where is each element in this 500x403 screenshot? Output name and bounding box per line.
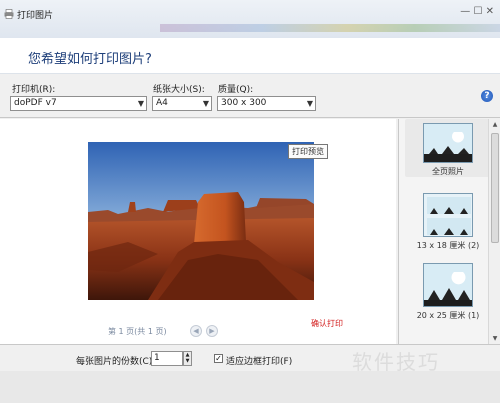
chevron-down-icon: ▼ — [137, 99, 144, 108]
desert-landscape-image — [88, 142, 314, 300]
paper-size-select-value: A4 — [156, 98, 168, 108]
title-bar-decoration — [160, 24, 500, 32]
print-options-bar: 打印机(R): doPDF v7 ▼ 纸张大小(S): A4 ▼ 质量(Q): … — [0, 74, 500, 118]
copies-input[interactable]: 1 — [151, 351, 183, 366]
printer-select-value: doPDF v7 — [14, 98, 57, 108]
layout-option-full-page[interactable]: 全页照片 — [405, 119, 491, 177]
layout-option-label: 13 x 18 厘米 (2) — [416, 241, 480, 250]
layout-thumbnail-image — [423, 123, 473, 163]
confirm-print-link[interactable]: 确认打印 — [311, 318, 343, 329]
watermark-text: 软件技巧 — [352, 350, 440, 374]
help-icon[interactable]: ? — [481, 90, 493, 102]
layout-option-label: 全页照片 — [432, 167, 464, 176]
print-preview-area: 打印预览 第 1 页(共 1 页) ◀ ▶ 确认打印 — [0, 119, 396, 344]
fit-frame-label: 适应边框打印(F) — [226, 357, 293, 367]
layout-option-20x25[interactable]: 20 x 25 厘米 (1) — [405, 259, 491, 321]
layout-option-13x18[interactable]: 13 x 18 厘米 (2) — [405, 189, 491, 251]
title-bar: 打印图片 — ☐ ✕ — [0, 0, 500, 38]
layout-thumbnail-image — [423, 263, 473, 307]
page-indicator: 第 1 页(共 1 页) — [108, 327, 167, 336]
page-title: 您希望如何打印图片? — [28, 52, 152, 67]
next-page-button[interactable]: ▶ — [206, 325, 218, 337]
copies-label: 每张图片的份数(C): — [76, 357, 156, 367]
dialog-header: 您希望如何打印图片? — [0, 38, 500, 74]
printer-select[interactable]: doPDF v7 ▼ — [10, 96, 147, 111]
scrollbar-thumb[interactable] — [491, 133, 499, 243]
paper-size-select[interactable]: A4 ▼ — [152, 96, 212, 111]
window-controls[interactable]: — ☐ ✕ — [460, 6, 494, 17]
chevron-down-icon: ▼ — [306, 99, 313, 108]
thumbnail-scrollbar[interactable]: ▲ ▼ — [488, 119, 500, 344]
layout-option-label: 20 x 25 厘米 (1) — [416, 311, 480, 320]
printer-label: 打印机(R): — [12, 85, 56, 95]
layout-thumbnail-image — [423, 193, 473, 237]
copies-stepper[interactable]: ▲ ▼ — [183, 351, 192, 366]
window-title: 打印图片 — [17, 11, 54, 21]
chevron-down-icon: ▼ — [202, 99, 209, 108]
layout-thumbnail-list: 全页照片 13 x 18 厘米 (2) 20 x 25 厘米 (1) ▲ ▼ — [398, 119, 500, 344]
paper-size-label: 纸张大小(S): — [153, 85, 205, 95]
fit-frame-checkbox[interactable]: ✓ — [214, 354, 223, 363]
scroll-up-icon[interactable]: ▲ — [489, 121, 500, 128]
previous-page-button[interactable]: ◀ — [190, 325, 202, 337]
scroll-down-icon[interactable]: ▼ — [489, 335, 500, 342]
print-preview-tooltip: 打印预览 — [288, 144, 328, 159]
quality-select-value: 300 x 300 — [221, 98, 267, 108]
dialog-bottom-bar — [0, 371, 500, 403]
quality-label: 质量(Q): — [218, 85, 254, 95]
printer-icon — [4, 9, 14, 19]
quality-select[interactable]: 300 x 300 ▼ — [217, 96, 316, 111]
preview-image — [88, 142, 314, 300]
